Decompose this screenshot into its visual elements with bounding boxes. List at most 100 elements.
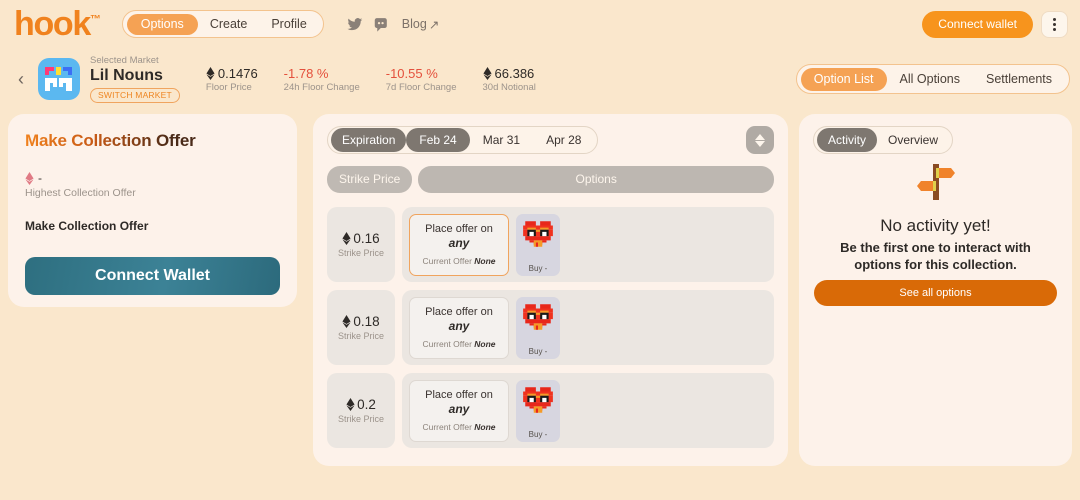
eth-icon — [346, 398, 355, 411]
place-offer-card[interactable]: Place offer on any Current Offer None — [409, 379, 509, 442]
stat-floor-price: 0.1476 Floor Price — [206, 65, 258, 94]
panel-title: Make Collection Offer — [25, 131, 196, 150]
strike-label: Strike Price — [337, 414, 384, 424]
current-offer-line: Current Offer None — [422, 422, 495, 432]
expiration-feb-24[interactable]: Feb 24 — [406, 128, 470, 152]
highest-offer-label: Highest Collection Offer — [25, 187, 136, 199]
tab-activity[interactable]: Activity — [817, 128, 878, 152]
tab-option-list[interactable]: Option List — [800, 67, 887, 91]
stat-label: 24h Floor Change — [283, 81, 360, 93]
expiration-filter: Expiration Feb 24 Mar 31 Apr 28 — [327, 126, 599, 154]
stat-value: 0.1476 — [206, 65, 258, 82]
strike-number: 0.16 — [353, 231, 380, 246]
tab-overview[interactable]: Overview — [877, 128, 949, 152]
hook-logo[interactable]: hook™ — [14, 5, 101, 43]
app-header: hook™ Options Create Profile Blog ↗ Conn… — [0, 0, 1080, 48]
option-list-panel: Expiration Feb 24 Mar 31 Apr 28 Strike P… — [313, 114, 788, 466]
stat-7d-floor-change: -10.55 % 7d Floor Change — [386, 65, 457, 94]
stat-30d-notional: 66.386 30d Notional — [483, 65, 536, 94]
market-bar: ‹ Selected Market Lil Nouns SWITCH MARKE… — [0, 50, 1080, 108]
column-header-strike-price: Strike Price — [327, 166, 413, 193]
current-offer-line: Current Offer None — [422, 256, 495, 266]
strike-number: 0.2 — [357, 397, 376, 412]
expiration-label: Expiration — [331, 128, 407, 152]
stat-label: 7d Floor Change — [385, 81, 457, 93]
connect-wallet-button[interactable]: Connect wallet — [922, 10, 1033, 38]
place-offer-line1: Place offer on — [425, 306, 493, 318]
place-offer-line1: Place offer on — [425, 389, 493, 401]
current-offer-label: Current Offer — [422, 256, 472, 266]
back-button[interactable]: ‹ — [8, 64, 34, 94]
selected-market-label: Selected Market — [90, 54, 159, 66]
place-offer-card[interactable]: Place offer on any Current Offer None — [409, 213, 509, 276]
activity-tabs: Activity Overview — [813, 126, 954, 154]
column-headers: Strike Price Options — [327, 166, 774, 193]
more-options-icon[interactable] — [1041, 10, 1068, 38]
strike-label: Strike Price — [337, 331, 384, 341]
place-offer-card[interactable]: Place offer on any Current Offer None — [409, 296, 509, 359]
social-links: Blog ↗ — [346, 16, 440, 33]
place-offer-line1: Place offer on — [425, 223, 493, 235]
strike-price-cell: 0.2 Strike Price — [327, 373, 395, 448]
buy-label: Buy - — [528, 429, 548, 439]
pixel-heart-sunglasses-icon — [523, 386, 553, 413]
current-offer-value: None — [474, 256, 496, 266]
buy-option-card[interactable]: Buy - — [516, 296, 560, 359]
strike-label: Strike Price — [337, 248, 384, 258]
logo-text: hook — [14, 5, 91, 43]
current-offer-label: Current Offer — [422, 422, 472, 432]
stat-24h-floor-change: -1.78 % 24h Floor Change — [284, 65, 360, 94]
stat-number: 66.386 — [494, 65, 535, 81]
options-cell: Place offer on any Current Offer None Bu… — [402, 373, 774, 448]
empty-state: No activity yet! Be the first one to int… — [799, 162, 1072, 273]
table-row: 0.18 Strike Price Place offer on any Cur… — [327, 290, 774, 365]
buy-option-card[interactable]: Buy - — [516, 213, 560, 276]
switch-market-button[interactable]: SWITCH MARKET — [90, 87, 180, 103]
eth-icon — [342, 232, 351, 245]
market-stats: 0.1476 Floor Price -1.78 % 24h Floor Cha… — [206, 65, 536, 94]
stat-value: 66.386 — [482, 65, 536, 82]
expiration-pill: Expiration Feb 24 Mar 31 Apr 28 — [327, 126, 599, 154]
make-collection-offer-panel: Make Collection Offer - Highest Collecti… — [8, 114, 297, 307]
pixel-heart-sunglasses-icon — [523, 220, 553, 247]
tab-all-options[interactable]: All Options — [887, 68, 973, 91]
lil-nouns-logo-icon — [38, 58, 80, 100]
eth-icon — [206, 66, 215, 80]
place-offer-line2: any — [448, 402, 470, 416]
expiration-apr-28[interactable]: Apr 28 — [533, 128, 594, 152]
signpost-icon — [916, 164, 955, 200]
tab-settlements[interactable]: Settlements — [973, 68, 1065, 91]
strike-number: 0.18 — [353, 314, 380, 329]
strike-value: 0.2 — [346, 397, 376, 412]
market-name: Lil Nouns — [90, 66, 163, 84]
nav-item-profile[interactable]: Profile — [259, 14, 318, 35]
connect-wallet-cta-button[interactable]: Connect Wallet — [25, 257, 280, 295]
nav-item-create[interactable]: Create — [198, 14, 260, 35]
eth-icon — [482, 66, 492, 80]
blog-link[interactable]: Blog ↗ — [402, 17, 440, 32]
table-row: 0.2 Strike Price Place offer on any Curr… — [327, 373, 774, 448]
strike-value: 0.18 — [342, 314, 380, 329]
strike-price-cell: 0.16 Strike Price — [327, 207, 395, 282]
activity-panel: Activity Overview No activity yet! Be th… — [799, 114, 1072, 466]
nav-item-options[interactable]: Options — [126, 13, 198, 35]
pixel-heart-sunglasses-icon — [523, 303, 553, 330]
see-all-options-button[interactable]: See all options — [814, 280, 1057, 306]
blog-label: Blog — [401, 17, 427, 31]
logo-trademark: ™ — [90, 13, 101, 26]
discord-icon[interactable] — [373, 16, 390, 33]
twitter-icon[interactable] — [346, 16, 363, 33]
stat-value: -1.78 % — [283, 65, 329, 81]
market-info: Selected Market Lil Nouns SWITCH MARKET — [90, 55, 180, 104]
place-offer-line2: any — [448, 319, 470, 333]
sort-toggle-icon[interactable] — [746, 126, 774, 154]
strike-price-cell: 0.18 Strike Price — [327, 290, 395, 365]
eth-icon — [25, 171, 34, 185]
expiration-mar-31[interactable]: Mar 31 — [470, 128, 533, 152]
buy-option-card[interactable]: Buy - — [516, 379, 560, 442]
empty-title: No activity yet! — [880, 216, 991, 235]
primary-nav: Options Create Profile — [121, 10, 324, 38]
column-header-options: Options — [418, 166, 774, 193]
external-link-icon: ↗ — [428, 17, 440, 32]
highest-offer-row: - — [25, 171, 297, 185]
